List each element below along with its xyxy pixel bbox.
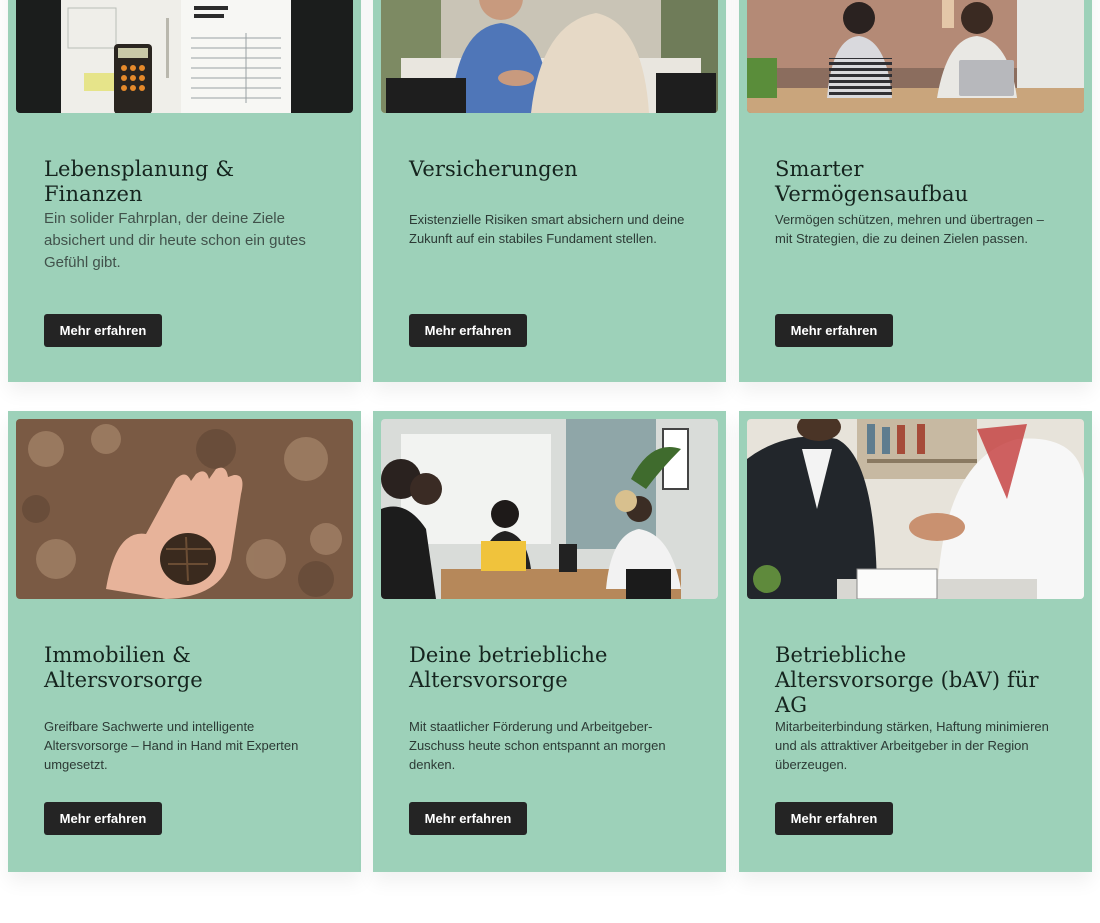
mehr-erfahren-button[interactable]: Mehr erfahren xyxy=(44,802,162,835)
service-card-vermoegensaufbau: Smarter Vermögensaufbau Vermögen schütze… xyxy=(739,0,1092,382)
team-meeting-laptops-photo xyxy=(381,419,718,599)
card-title: Deine betriebliche Altersvorsorge xyxy=(409,643,608,692)
service-card-bav-fuer-ag: Betriebliche Altersvorsorge (bAV) für AG… xyxy=(739,411,1092,872)
business-meeting-photo xyxy=(381,0,718,113)
mehr-erfahren-button[interactable]: Mehr erfahren xyxy=(409,314,527,347)
service-card-immobilien: Immobilien & Altersvorsorge Greifbare Sa… xyxy=(8,411,361,872)
card-description: Mit staatlicher Förderung und Arbeitgebe… xyxy=(409,719,666,772)
card-title: Smarter Vermögensaufbau xyxy=(775,157,969,206)
service-card-betriebliche-altersvorsorge: Deine betriebliche Altersvorsorge Mit st… xyxy=(373,411,726,872)
card-description: Mitarbeiterbindung stärken, Haftung mini… xyxy=(775,719,1049,772)
card-description: Vermögen schützen, mehren und übertragen… xyxy=(775,212,1044,246)
mehr-erfahren-button[interactable]: Mehr erfahren xyxy=(409,802,527,835)
card-title: Versicherungen xyxy=(409,157,578,181)
hand-holding-pinecone-photo xyxy=(16,419,353,599)
mehr-erfahren-button[interactable]: Mehr erfahren xyxy=(775,314,893,347)
tax-documents-calculator-photo xyxy=(16,0,353,113)
service-card-versicherungen: Versicherungen Existenzielle Risiken sma… xyxy=(373,0,726,382)
card-description: Greifbare Sachwerte und intelligente Alt… xyxy=(44,719,299,772)
card-description: Existenzielle Risiken smart absichern un… xyxy=(409,212,685,246)
card-description: Ein solider Fahrplan, der deine Ziele ab… xyxy=(44,210,306,271)
mehr-erfahren-button[interactable]: Mehr erfahren xyxy=(775,802,893,835)
card-title: Immobilien & Altersvorsorge xyxy=(44,643,203,692)
card-title: Lebensplanung & Finanzen xyxy=(44,157,235,206)
handshake-office-photo xyxy=(747,419,1084,599)
service-card-finanzen: Lebensplanung & Finanzen Ein solider Fah… xyxy=(8,0,361,382)
mehr-erfahren-button[interactable]: Mehr erfahren xyxy=(44,314,162,347)
high-five-office-photo xyxy=(747,0,1084,113)
card-title: Betriebliche Altersvorsorge (bAV) für AG xyxy=(775,643,1039,717)
